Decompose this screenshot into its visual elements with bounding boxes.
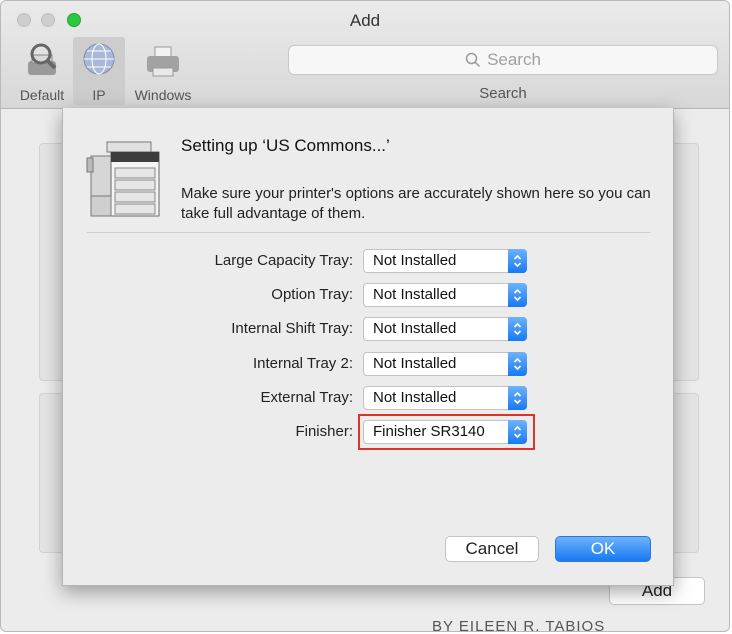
- internal-tray-2-select[interactable]: Not Installed: [363, 352, 527, 376]
- chevron-up-down-icon: [508, 386, 527, 410]
- search-icon: [465, 52, 481, 68]
- footer-text: BY EILEEN R. TABIOS: [432, 618, 606, 634]
- chevron-up-down-icon: [508, 317, 527, 341]
- search-input[interactable]: Search: [288, 45, 718, 75]
- printer-options-sheet: Setting up ‘US Commons...’ Make sure you…: [62, 108, 674, 586]
- toolbar-windows-button[interactable]: Windows: [127, 37, 199, 105]
- large-capacity-tray-select[interactable]: Not Installed: [363, 249, 527, 273]
- option-value: Finisher SR3140: [373, 423, 485, 440]
- option-row: Finisher: Finisher SR3140: [163, 420, 583, 444]
- sheet-title: Setting up ‘US Commons...’: [181, 136, 390, 155]
- toolbar-default-button[interactable]: Default: [11, 37, 73, 105]
- option-label: External Tray:: [260, 389, 353, 406]
- window-title: Add: [349, 11, 381, 30]
- option-value: Not Installed: [373, 355, 457, 372]
- option-label: Finisher:: [295, 423, 353, 440]
- toolbar-ip-label: IP: [92, 87, 106, 103]
- search-placeholder: Search: [487, 50, 541, 69]
- option-tray-select[interactable]: Not Installed: [363, 283, 527, 307]
- toolbar-default-label: Default: [19, 87, 65, 103]
- chevron-up-down-icon: [508, 249, 527, 273]
- default-printer-icon: [28, 43, 57, 75]
- toolbar-windows-label: Windows: [134, 87, 192, 103]
- toolbar-ip-button[interactable]: IP: [73, 37, 125, 105]
- internal-shift-tray-select[interactable]: Not Installed: [363, 317, 527, 341]
- cancel-button[interactable]: Cancel: [445, 536, 539, 562]
- option-value: Not Installed: [373, 320, 457, 337]
- windows-printer-icon: [147, 46, 179, 77]
- option-row: Internal Tray 2: Not Installed: [163, 352, 583, 376]
- sheet-description: Make sure your printer's options are acc…: [181, 185, 651, 222]
- ip-globe-icon: [83, 43, 115, 75]
- chevron-up-down-icon: [508, 283, 527, 307]
- printer-image: [86, 141, 160, 217]
- external-tray-select[interactable]: Not Installed: [363, 386, 527, 410]
- option-row: Option Tray: Not Installed: [163, 283, 583, 307]
- option-value: Not Installed: [373, 286, 457, 303]
- divider: [87, 232, 651, 233]
- ok-button[interactable]: OK: [555, 536, 651, 562]
- chevron-up-down-icon: [508, 420, 527, 444]
- option-label: Internal Tray 2:: [252, 355, 353, 372]
- option-row: Internal Shift Tray: Not Installed: [163, 317, 583, 341]
- option-label: Option Tray:: [271, 286, 353, 303]
- chevron-up-down-icon: [508, 352, 527, 376]
- search-caption: Search: [479, 85, 527, 102]
- search-area: Search Search: [288, 45, 718, 102]
- finisher-select[interactable]: Finisher SR3140: [363, 420, 527, 444]
- option-row: Large Capacity Tray: Not Installed: [163, 249, 583, 273]
- option-value: Not Installed: [373, 389, 457, 406]
- toolbar: Add Default IP Windows Search Search: [1, 1, 729, 109]
- option-label: Internal Shift Tray:: [231, 320, 353, 337]
- option-row: External Tray: Not Installed: [163, 386, 583, 410]
- option-label: Large Capacity Tray:: [214, 252, 353, 269]
- option-value: Not Installed: [373, 252, 457, 269]
